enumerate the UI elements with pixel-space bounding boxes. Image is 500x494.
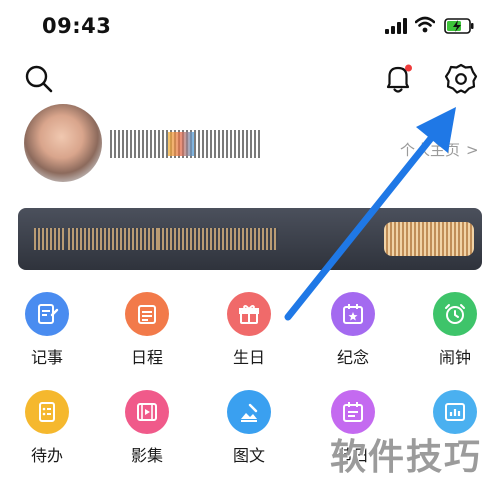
grid-item-album[interactable]: 影集 [107, 390, 187, 466]
grid-item-image-text[interactable]: 图文 [209, 390, 289, 466]
album-icon [125, 390, 169, 434]
user-badge [168, 132, 194, 156]
gift-icon [227, 292, 271, 336]
gear-icon[interactable] [444, 62, 478, 96]
grid-item-note[interactable]: 记事 [7, 292, 87, 368]
grid-item-schedule[interactable]: 日程 [107, 292, 187, 368]
grid-item-todo[interactable]: 待办 [7, 390, 87, 466]
search-icon[interactable] [24, 64, 54, 94]
grid-label: 纪念 [336, 348, 369, 367]
watermark: 软件技巧 [330, 437, 483, 478]
banner-text [68, 228, 160, 250]
banner-icon [34, 228, 64, 250]
grid-label: 记事 [30, 348, 63, 367]
grid-label: 闹钟 [438, 348, 471, 367]
grid-label: 待办 [30, 446, 63, 465]
todo-icon [25, 390, 69, 434]
grid-label: 影集 [130, 446, 163, 465]
battery-charging-icon [444, 18, 474, 34]
signal-icon [385, 18, 407, 34]
banner-subtext [158, 228, 278, 250]
tutorial-arrow [284, 107, 456, 321]
note-icon [25, 292, 69, 336]
grid-label: 图文 [232, 446, 265, 465]
status-time: 09:43 [42, 14, 112, 38]
schedule-icon [125, 292, 169, 336]
wifi-icon [415, 16, 435, 33]
avatar[interactable] [24, 104, 102, 182]
grid-label: 日程 [130, 348, 163, 367]
bell-icon[interactable] [382, 62, 414, 96]
image-text-icon [227, 390, 271, 434]
grid-label: 生日 [232, 348, 265, 367]
